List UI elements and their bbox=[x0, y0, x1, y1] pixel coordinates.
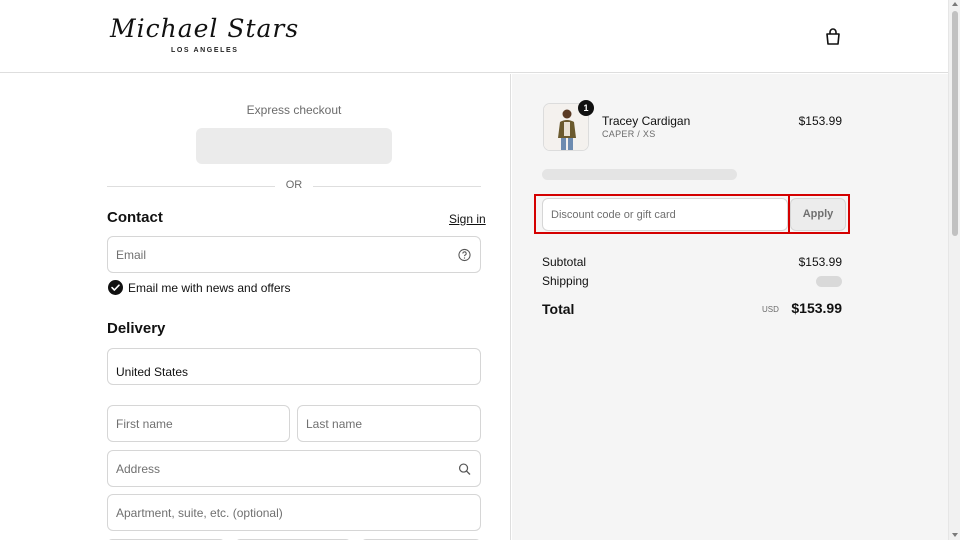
page-scrollbar[interactable] bbox=[948, 0, 960, 540]
brand-logo[interactable]: Michael Stars bbox=[110, 14, 299, 43]
newsletter-checkbox[interactable] bbox=[108, 280, 123, 295]
email-input[interactable] bbox=[108, 237, 480, 272]
last-name-field[interactable] bbox=[297, 405, 481, 442]
shipping-loading-placeholder bbox=[816, 276, 842, 287]
checkmark-icon bbox=[111, 284, 120, 291]
or-label: OR bbox=[285, 179, 303, 191]
quantity-badge: 1 bbox=[578, 100, 594, 116]
product-price: $153.99 bbox=[798, 114, 842, 128]
email-field[interactable] bbox=[107, 236, 481, 273]
express-checkout-label: Express checkout bbox=[246, 103, 342, 117]
address-input[interactable] bbox=[108, 451, 480, 486]
newsletter-label: Email me with news and offers bbox=[128, 281, 291, 295]
loading-placeholder bbox=[542, 169, 737, 180]
apply-button[interactable]: Apply bbox=[790, 198, 846, 231]
site-header: Michael Stars LOS ANGELES bbox=[0, 0, 948, 73]
sign-in-link[interactable]: Sign in bbox=[449, 212, 486, 226]
apartment-input[interactable] bbox=[108, 495, 480, 530]
first-name-field[interactable] bbox=[107, 405, 290, 442]
product-name: Tracey Cardigan bbox=[602, 114, 691, 128]
total-value: $153.99 bbox=[791, 300, 842, 316]
last-name-input[interactable] bbox=[298, 406, 480, 441]
scroll-down-arrow-icon[interactable] bbox=[952, 533, 958, 537]
subtotal-label: Subtotal bbox=[542, 255, 587, 269]
scrollbar-thumb[interactable] bbox=[952, 11, 958, 236]
shopping-bag-icon[interactable] bbox=[823, 27, 843, 47]
delivery-heading: Delivery bbox=[107, 320, 166, 337]
express-checkout-button[interactable] bbox=[196, 128, 392, 164]
checkout-form-panel: Express checkout OR Contact Sign in Emai… bbox=[0, 74, 511, 540]
total-currency: USD bbox=[762, 305, 779, 314]
scroll-up-arrow-icon[interactable] bbox=[952, 2, 958, 6]
question-circle-icon[interactable] bbox=[458, 248, 471, 261]
product-variant: CAPER / XS bbox=[602, 129, 656, 139]
divider-line-right bbox=[313, 186, 481, 187]
address-field[interactable] bbox=[107, 450, 481, 487]
search-icon bbox=[458, 462, 471, 475]
or-divider: OR bbox=[107, 179, 481, 193]
country-select[interactable]: United States bbox=[107, 348, 481, 385]
shipping-label: Shipping bbox=[542, 274, 589, 288]
first-name-input[interactable] bbox=[108, 406, 289, 441]
subtotal-value: $153.99 bbox=[798, 255, 842, 269]
country-value: United States bbox=[116, 365, 189, 379]
contact-heading: Contact bbox=[107, 209, 163, 226]
divider-line-left bbox=[107, 186, 275, 187]
apartment-field[interactable] bbox=[107, 494, 481, 531]
order-summary-panel: 1 Tracey Cardigan CAPER / XS $153.99 App… bbox=[512, 74, 948, 540]
discount-code-input[interactable] bbox=[543, 199, 787, 230]
brand-logo-subtitle: LOS ANGELES bbox=[171, 47, 239, 54]
total-label: Total bbox=[542, 301, 575, 317]
discount-code-field[interactable] bbox=[542, 198, 788, 231]
